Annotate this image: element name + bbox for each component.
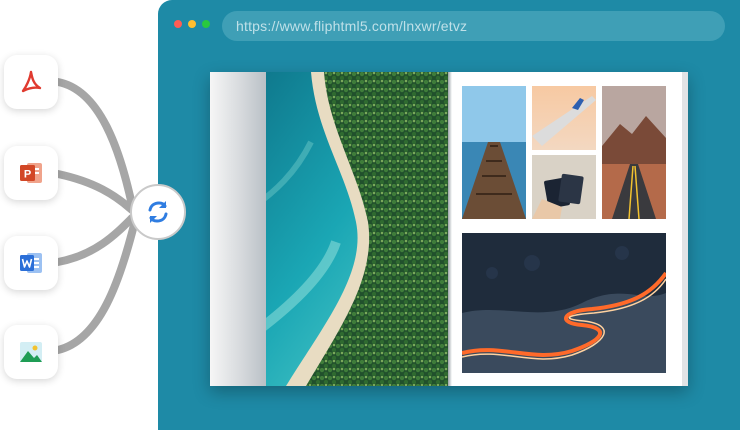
desert-road-photo bbox=[602, 86, 666, 219]
passport-photo bbox=[532, 155, 596, 219]
pdf-icon[interactable] bbox=[4, 55, 58, 109]
pier-photo bbox=[462, 86, 526, 219]
word-icon[interactable] bbox=[4, 236, 58, 290]
browser-window: https://www.fliphtml5.com/lnxwr/etvz bbox=[158, 0, 740, 430]
powerpoint-logo-icon: P bbox=[20, 163, 42, 183]
powerpoint-icon[interactable]: P bbox=[4, 146, 58, 200]
page-curl[interactable] bbox=[210, 72, 266, 386]
sync-arrows-icon bbox=[148, 201, 168, 223]
convert-hub[interactable] bbox=[130, 184, 186, 240]
address-bar[interactable]: https://www.fliphtml5.com/lnxwr/etvz bbox=[222, 11, 725, 41]
powerpoint-glyph: P bbox=[24, 169, 31, 181]
word-logo-icon bbox=[20, 253, 42, 273]
book-spine bbox=[448, 72, 452, 386]
image-icon bbox=[20, 342, 42, 362]
airplane-wing-photo bbox=[532, 86, 596, 150]
window-controls bbox=[174, 20, 210, 28]
flipbook[interactable] bbox=[210, 72, 688, 386]
page-stack-edge bbox=[682, 72, 688, 386]
maximize-dot[interactable] bbox=[202, 20, 210, 28]
acrobat-icon bbox=[21, 70, 42, 93]
night-road-photo bbox=[462, 233, 666, 373]
close-dot[interactable] bbox=[174, 20, 182, 28]
minimize-dot[interactable] bbox=[188, 20, 196, 28]
image-file-icon[interactable] bbox=[4, 325, 58, 379]
